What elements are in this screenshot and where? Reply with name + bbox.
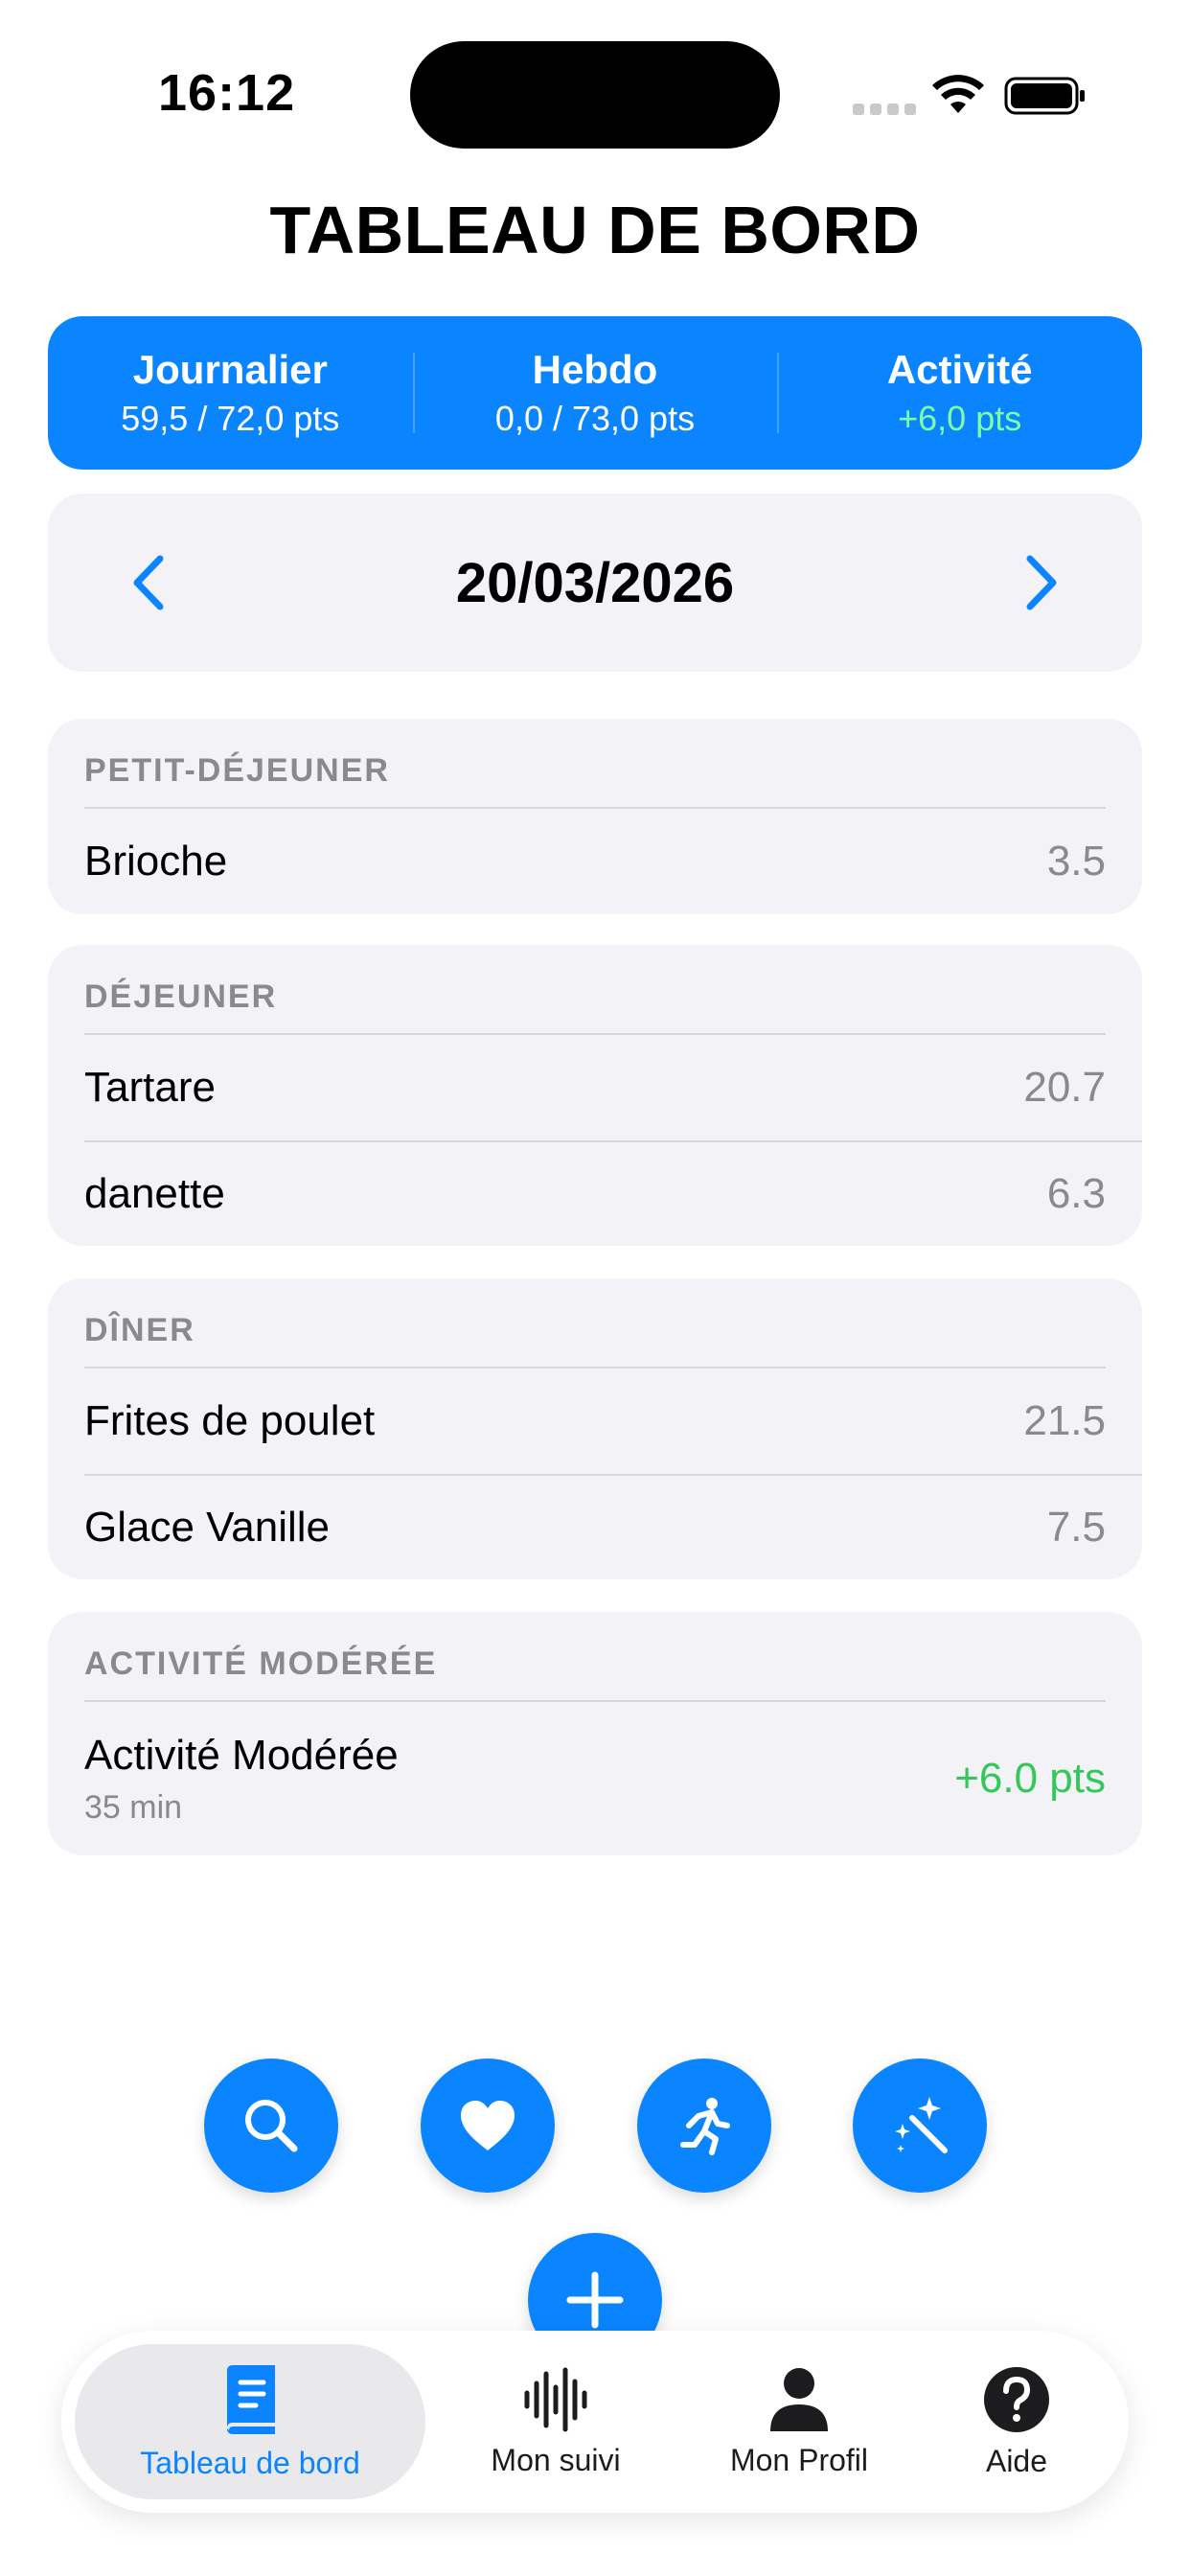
summary-weekly-value: 0,0 / 73,0 pts <box>494 399 696 438</box>
previous-day-button[interactable] <box>125 554 172 611</box>
search-icon <box>245 2100 298 2152</box>
cellular-signal-icon <box>853 104 916 115</box>
meal-card-breakfast: PETIT-DÉJEUNER Brioche 3.5 <box>48 719 1142 914</box>
tab-label: Mon suivi <box>491 2442 621 2477</box>
date-navigator: 20/03/2026 <box>48 494 1142 672</box>
chevron-right-icon <box>1026 555 1057 610</box>
meal-item[interactable]: Tartare 20.7 <box>84 1035 1106 1140</box>
tab-help[interactable]: Aide <box>926 2344 1108 2499</box>
magic-suggest-button[interactable] <box>853 2058 987 2193</box>
plus-icon <box>566 2271 624 2329</box>
status-time: 16:12 <box>158 64 296 122</box>
meal-item-points: 7.5 <box>1046 1504 1106 1551</box>
dynamic-island <box>410 41 780 149</box>
add-activity-button[interactable] <box>637 2058 771 2193</box>
activity-title: ACTIVITÉ MODÉRÉE <box>84 1612 1106 1702</box>
activity-item[interactable]: Activité Modérée 35 min +6.0 pts <box>84 1702 1106 1855</box>
activity-info: Activité Modérée 35 min <box>84 1732 399 1827</box>
running-icon <box>680 2098 730 2155</box>
summary-activity-label: Activité <box>886 347 1033 392</box>
tab-bar: Tableau de bord Mon suivi Mon Profil Aid… <box>61 2331 1129 2513</box>
next-day-button[interactable] <box>1018 554 1065 611</box>
summary-activity: Activité +6,0 pts <box>777 347 1142 439</box>
activity-points: +6.0 pts <box>954 1755 1106 1802</box>
summary-weekly-label: Hebdo <box>532 347 658 392</box>
tab-label: Tableau de bord <box>140 2445 360 2480</box>
points-summary: Journalier 59,5 / 72,0 pts Hebdo 0,0 / 7… <box>48 316 1142 470</box>
meal-title: DÉJEUNER <box>84 945 1106 1035</box>
page-title: TABLEAU DE BORD <box>269 193 921 267</box>
meal-item[interactable]: Glace Vanille 7.5 <box>84 1474 1142 1579</box>
tab-profile[interactable]: Mon Profil <box>684 2344 914 2499</box>
battery-icon <box>1004 77 1085 115</box>
activity-card: ACTIVITÉ MODÉRÉE Activité Modérée 35 min… <box>48 1612 1142 1855</box>
summary-daily: Journalier 59,5 / 72,0 pts <box>48 347 413 439</box>
meal-item-points: 21.5 <box>1023 1397 1106 1444</box>
waveform-icon <box>524 2367 587 2431</box>
meal-item-points: 6.3 <box>1046 1170 1106 1217</box>
summary-daily-label: Journalier <box>132 347 328 392</box>
status-bar: 16:12 <box>0 0 1190 182</box>
tab-dashboard[interactable]: Tableau de bord <box>75 2344 425 2499</box>
meal-item-points: 3.5 <box>1046 838 1106 885</box>
summary-weekly: Hebdo 0,0 / 73,0 pts <box>412 347 778 439</box>
meal-item-name: danette <box>84 1170 225 1217</box>
tab-tracking[interactable]: Mon suivi <box>445 2344 667 2499</box>
activity-name: Activité Modérée <box>84 1731 399 1779</box>
meal-item-name: Glace Vanille <box>84 1504 330 1551</box>
meal-item[interactable]: Brioche 3.5 <box>84 809 1106 914</box>
heart-icon <box>461 2101 515 2150</box>
favorites-button[interactable] <box>421 2058 555 2193</box>
question-icon <box>984 2366 1049 2432</box>
summary-activity-value: +6,0 pts <box>898 399 1022 438</box>
meal-title: PETIT-DÉJEUNER <box>84 719 1106 809</box>
meal-item[interactable]: danette 6.3 <box>84 1140 1142 1246</box>
summary-daily-value: 59,5 / 72,0 pts <box>121 399 340 438</box>
book-icon <box>227 2364 275 2434</box>
meal-item-points: 20.7 <box>1023 1064 1106 1111</box>
current-date[interactable]: 20/03/2026 <box>456 551 734 615</box>
meal-card-lunch: DÉJEUNER Tartare 20.7 danette 6.3 <box>48 945 1142 1246</box>
tab-label: Aide <box>985 2443 1048 2478</box>
chevron-left-icon <box>133 555 164 610</box>
tab-label: Mon Profil <box>729 2442 869 2477</box>
person-icon <box>770 2367 828 2431</box>
activity-duration: 35 min <box>84 1788 183 1826</box>
meal-item-name: Tartare <box>84 1064 216 1111</box>
search-button[interactable] <box>204 2058 338 2193</box>
meal-card-dinner: DÎNER Frites de poulet 21.5 Glace Vanill… <box>48 1278 1142 1579</box>
magic-wand-icon <box>895 2097 948 2153</box>
meal-title: DÎNER <box>84 1278 1106 1368</box>
meal-item-name: Brioche <box>84 838 228 885</box>
meal-item-name: Frites de poulet <box>84 1397 376 1444</box>
wifi-icon <box>932 75 984 113</box>
meal-item[interactable]: Frites de poulet 21.5 <box>84 1368 1106 1474</box>
